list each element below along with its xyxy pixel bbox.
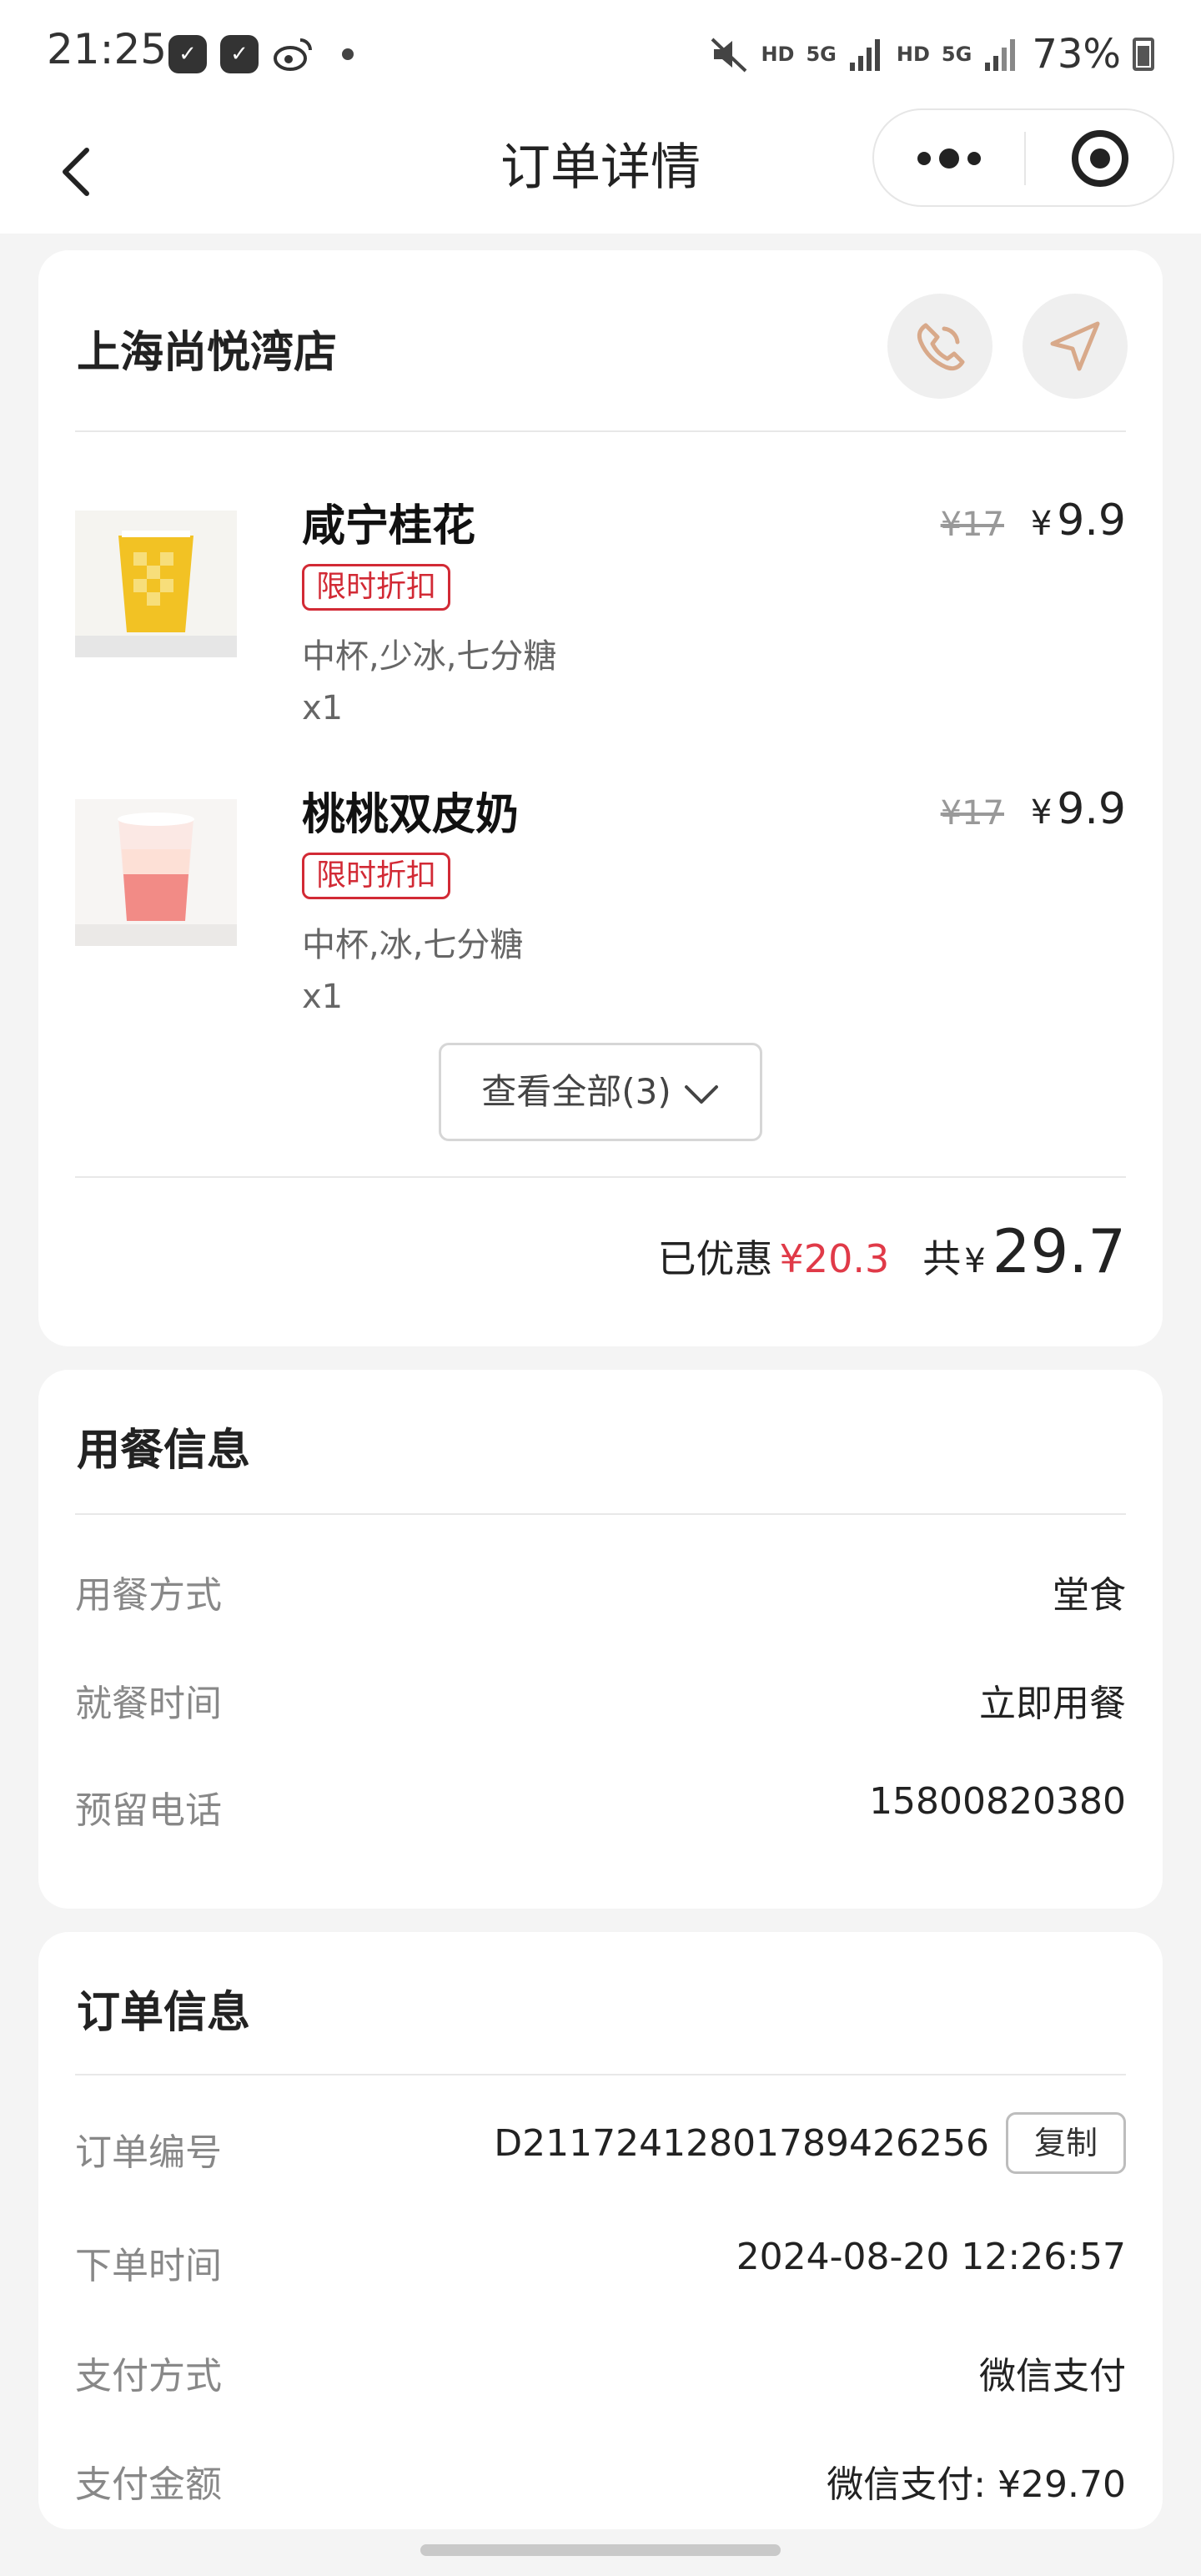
divider xyxy=(75,1513,1126,1515)
total-label: 共 xyxy=(922,1236,962,1281)
battery-percent: 73% xyxy=(1032,31,1121,78)
signal-icon xyxy=(985,39,1016,71)
order-info-card: 订单信息 订单编号 D21172412801789426256 复制 下单时间 … xyxy=(38,1932,1163,2529)
divider xyxy=(75,430,1126,432)
product-spec: 中杯,冰,七分糖 xyxy=(302,926,524,964)
divider xyxy=(75,1176,1126,1178)
product-image xyxy=(75,511,237,657)
info-row: 下单时间 2024-08-20 12:26:57 xyxy=(75,2236,1126,2294)
product-name: 咸宁桂花 xyxy=(302,501,476,551)
dining-info-card: 用餐信息 用餐方式 堂食 就餐时间 立即用餐 预留电话 15800820380 xyxy=(38,1370,1163,1909)
section-title: 用餐信息 xyxy=(77,1426,251,1476)
row-label: 预留电话 xyxy=(75,1789,222,1832)
weibo-icon xyxy=(274,38,312,71)
currency-symbol: ¥ xyxy=(1030,793,1053,832)
row-label: 支付方式 xyxy=(75,2355,222,2397)
view-all-button[interactable]: 查看全部(3) xyxy=(439,1043,762,1141)
network-hd-label: HD xyxy=(896,43,930,66)
row-label: 用餐方式 xyxy=(75,1574,222,1617)
product-image xyxy=(75,799,237,946)
network-5g-label: 5G xyxy=(941,43,972,66)
network-5g-label: 5G xyxy=(806,43,837,66)
notification-dot xyxy=(342,48,354,60)
info-row: 就餐时间 立即用餐 xyxy=(75,1673,1126,1732)
row-label: 支付金额 xyxy=(75,2463,222,2506)
status-time: 21:25 xyxy=(47,25,168,73)
nav-bar: 订单详情 xyxy=(0,108,1201,234)
more-dots-icon xyxy=(917,148,981,169)
sale-price-value: 9.9 xyxy=(1057,496,1126,546)
discount-badge: 限时折扣 xyxy=(302,853,451,899)
notification-app-icon: ✓ xyxy=(168,35,207,73)
info-row: 用餐方式 堂食 xyxy=(75,1565,1126,1623)
chevron-down-icon xyxy=(684,1084,718,1104)
discount-badge: 限时折扣 xyxy=(302,564,451,611)
info-row: 订单编号 D21172412801789426256 复制 xyxy=(75,2112,1126,2181)
list-item[interactable]: 桃桃双皮奶 限时折扣 中杯,冰,七分糖 x1 ¥17 ¥9.9 xyxy=(75,777,1126,1028)
discount-label: 已优惠 xyxy=(657,1236,773,1281)
store-name: 上海尚悦湾店 xyxy=(77,328,338,378)
order-summary: 已优惠 ¥20.3 共 ¥ 29.7 xyxy=(658,1216,1126,1286)
info-row: 支付方式 微信支付 xyxy=(75,2346,1126,2404)
notification-app-icon: ✓ xyxy=(220,35,259,73)
row-label: 就餐时间 xyxy=(75,1683,222,1725)
section-title: 订单信息 xyxy=(77,1988,251,2038)
row-value: 堂食 xyxy=(1053,1574,1126,1617)
network-hd-label: HD xyxy=(761,43,795,66)
sale-price: ¥9.9 xyxy=(1031,496,1126,546)
sale-price-value: 9.9 xyxy=(1057,784,1126,834)
row-label: 下单时间 xyxy=(75,2245,222,2287)
call-store-button[interactable] xyxy=(887,294,992,399)
product-name: 桃桃双皮奶 xyxy=(302,790,520,840)
sale-price: ¥9.9 xyxy=(1031,784,1126,834)
status-bar: 21:25 ✓ ✓ HD 5G HD 5G 73% xyxy=(0,0,1201,108)
home-indicator[interactable] xyxy=(420,2544,781,2556)
view-all-label: 查看全部(3) xyxy=(481,1071,671,1112)
navigate-store-button[interactable] xyxy=(1023,294,1128,399)
product-quantity: x1 xyxy=(302,689,344,727)
discount-amount: ¥20.3 xyxy=(779,1236,890,1281)
row-value: 2024-08-20 12:26:57 xyxy=(736,2236,1126,2278)
copy-button[interactable]: 复制 xyxy=(1006,2112,1126,2174)
original-price: ¥17 xyxy=(940,794,1004,833)
row-value: 15800820380 xyxy=(869,1780,1126,1823)
info-row: 支付金额 微信支付: ¥29.70 xyxy=(75,2454,1126,2513)
currency-symbol: ¥ xyxy=(1030,505,1053,543)
phone-icon xyxy=(917,323,965,371)
order-items-card: 上海尚悦湾店 咸宁桂花 限时折扣 中杯,少冰,七分糖 x1 ¥17 ¥ 9.9 … xyxy=(38,250,1163,1346)
product-spec: 中杯,少冰,七分糖 xyxy=(302,637,557,676)
original-price: ¥17 xyxy=(940,506,1004,544)
close-button[interactable] xyxy=(1026,110,1174,207)
total-amount: 29.7 xyxy=(992,1216,1126,1286)
row-value: 微信支付 xyxy=(979,2355,1126,2397)
signal-icon xyxy=(849,39,880,71)
navigation-arrow-icon xyxy=(1050,321,1100,371)
currency-symbol: ¥ xyxy=(964,1242,986,1280)
divider xyxy=(75,2074,1126,2075)
order-number: D21172412801789426256 xyxy=(494,2122,989,2165)
row-value: 微信支付: ¥29.70 xyxy=(827,2463,1126,2506)
more-button[interactable] xyxy=(874,110,1024,207)
mute-icon xyxy=(711,38,747,73)
mini-program-capsule xyxy=(872,108,1174,207)
list-item[interactable]: 咸宁桂花 限时折扣 中杯,少冰,七分糖 x1 ¥17 ¥9.9 xyxy=(75,489,1126,739)
product-quantity: x1 xyxy=(302,978,344,1016)
row-label: 订单编号 xyxy=(75,2131,222,2174)
battery-icon xyxy=(1133,38,1154,71)
info-row: 预留电话 15800820380 xyxy=(75,1780,1126,1839)
row-value: 立即用餐 xyxy=(979,1683,1126,1725)
target-close-icon xyxy=(1072,130,1128,187)
